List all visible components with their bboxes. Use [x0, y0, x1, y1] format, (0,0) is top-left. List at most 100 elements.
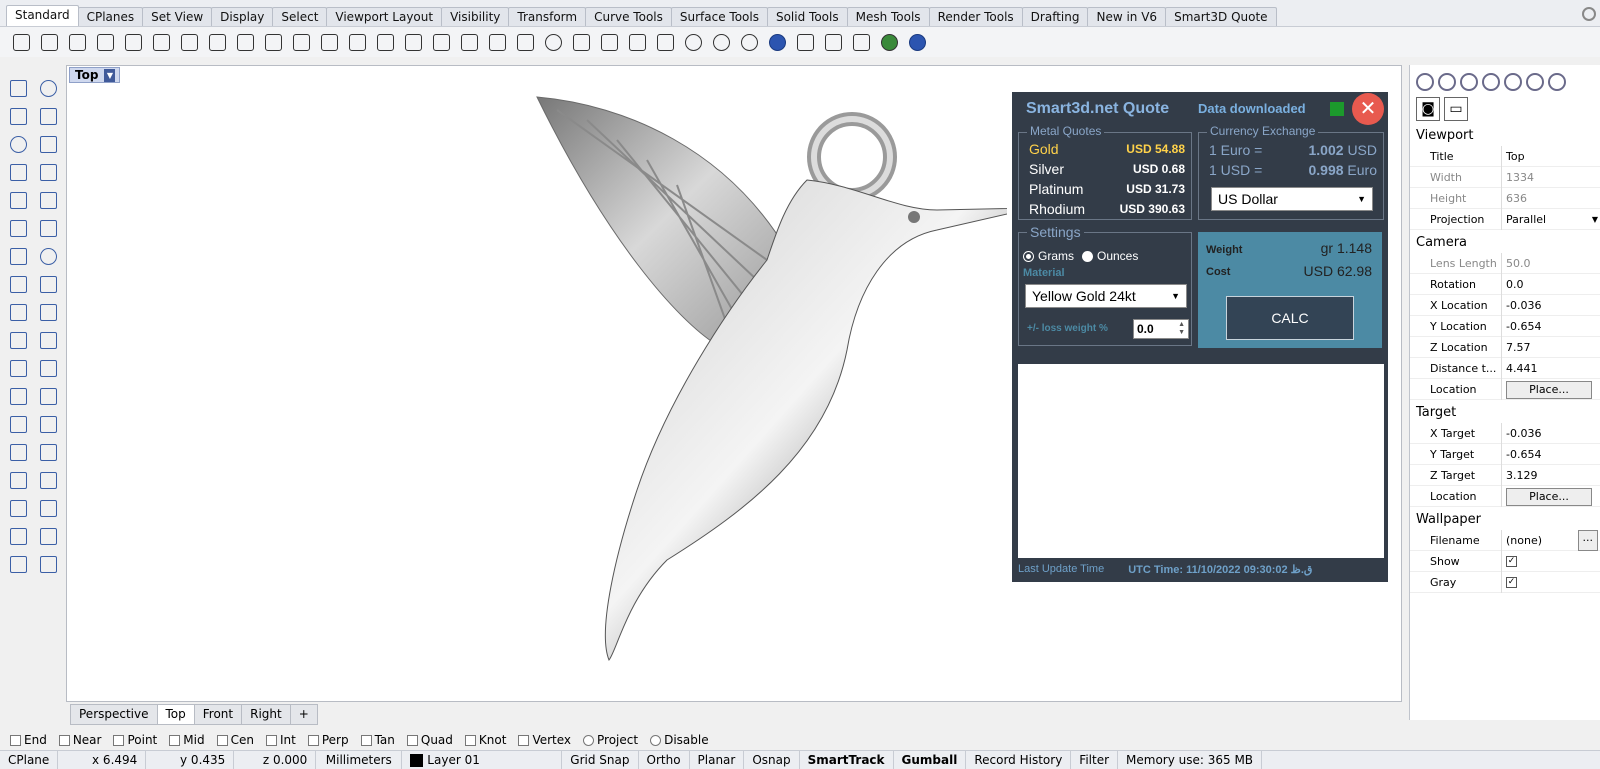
zoom-icon[interactable]: [316, 30, 342, 54]
calc-button[interactable]: CALC: [1226, 296, 1354, 340]
layer-indicator[interactable]: Layer 01: [402, 750, 563, 769]
light-icon[interactable]: [596, 30, 622, 54]
currency-select[interactable]: US Dollar ▼: [1211, 187, 1373, 211]
show-checkbox[interactable]: ✓: [1506, 556, 1517, 567]
viewport-tab-front[interactable]: Front: [193, 703, 243, 725]
align-icon[interactable]: [36, 440, 60, 464]
osnap-perp[interactable]: Perp: [307, 733, 349, 747]
hummingbird-model[interactable]: [467, 90, 1007, 690]
rotation-field[interactable]: 0.0: [1501, 273, 1600, 295]
group-icon[interactable]: [6, 300, 30, 324]
zoom-extents-icon[interactable]: [372, 30, 398, 54]
dimension-icon[interactable]: [36, 412, 60, 436]
sun-icon[interactable]: [792, 30, 818, 54]
tab-curve-tools[interactable]: Curve Tools: [585, 7, 672, 26]
checkbox-icon[interactable]: [360, 734, 372, 746]
globe-icon[interactable]: [876, 30, 902, 54]
toggle-planar[interactable]: Planar: [690, 750, 745, 769]
material-select[interactable]: Yellow Gold 24kt ▼: [1025, 284, 1187, 308]
text-icon[interactable]: [6, 412, 30, 436]
block-icon[interactable]: [6, 468, 30, 492]
loss-weight-stepper[interactable]: 0.0 ▲ ▼: [1133, 319, 1189, 339]
mesh-icon[interactable]: [36, 272, 60, 296]
gear-icon[interactable]: [1582, 7, 1596, 21]
undo-icon[interactable]: [232, 30, 258, 54]
toggle-osnap[interactable]: Osnap: [744, 750, 800, 769]
tab-viewport-layout[interactable]: Viewport Layout: [326, 7, 443, 26]
shade-icon[interactable]: [512, 30, 538, 54]
projection-select[interactable]: Parallel ▼: [1501, 208, 1600, 230]
xtarget-field[interactable]: -0.036: [1501, 422, 1600, 444]
toggle-record-history[interactable]: Record History: [966, 750, 1072, 769]
tab-standard[interactable]: Standard: [6, 5, 79, 26]
cplane-label[interactable]: CPlane: [0, 750, 59, 769]
join-icon[interactable]: [36, 356, 60, 380]
pan-icon[interactable]: [260, 30, 286, 54]
cut-icon[interactable]: [148, 30, 174, 54]
layer-icon[interactable]: [6, 524, 30, 548]
checkbox-icon[interactable]: [307, 734, 319, 746]
checkbox-icon[interactable]: [58, 734, 70, 746]
tab-mesh-tools[interactable]: Mesh Tools: [846, 7, 930, 26]
pen-icon[interactable]: [1482, 73, 1500, 91]
circle-icon[interactable]: [6, 132, 30, 156]
rotate-view-icon[interactable]: [288, 30, 314, 54]
boolean-icon[interactable]: [6, 356, 30, 380]
blue-sphere-icon[interactable]: [764, 30, 790, 54]
toggle-filter[interactable]: Filter: [1071, 750, 1119, 769]
save-icon[interactable]: [64, 30, 90, 54]
ytarget-field[interactable]: -0.654: [1501, 443, 1600, 465]
help-icon[interactable]: [1548, 73, 1566, 91]
polygon-icon[interactable]: [6, 160, 30, 184]
display-icon[interactable]: [1526, 73, 1544, 91]
tab-render-tools[interactable]: Render Tools: [928, 7, 1023, 26]
xloc-field[interactable]: -0.036: [1501, 294, 1600, 316]
select-arrow-icon[interactable]: [6, 76, 30, 100]
folder-icon[interactable]: [1504, 73, 1522, 91]
gear-icon[interactable]: [820, 30, 846, 54]
tab-smart3d-quote[interactable]: Smart3D Quote: [1165, 7, 1277, 26]
check-icon[interactable]: [36, 524, 60, 548]
checkbox-icon[interactable]: [518, 734, 530, 746]
paint-icon[interactable]: [36, 552, 60, 576]
osnap-knot[interactable]: Knot: [464, 733, 506, 747]
camera-icon[interactable]: ◙: [1416, 97, 1440, 121]
checkbox-icon[interactable]: [113, 734, 125, 746]
shade-icon[interactable]: [6, 552, 30, 576]
units-label[interactable]: Millimeters: [316, 750, 403, 769]
tab-select[interactable]: Select: [272, 7, 328, 26]
radio-ounces[interactable]: [1082, 250, 1093, 262]
circle-icon[interactable]: [540, 30, 566, 54]
import-icon[interactable]: [120, 30, 146, 54]
tab-set-view[interactable]: Set View: [142, 7, 213, 26]
fillet-curve-icon[interactable]: [36, 188, 60, 212]
lock-icon[interactable]: [624, 30, 650, 54]
checkbox-icon[interactable]: [265, 734, 277, 746]
distance-field[interactable]: 4.441: [1501, 357, 1600, 379]
surface-icon[interactable]: [6, 216, 30, 240]
toggle-grid-snap[interactable]: Grid Snap: [562, 750, 639, 769]
curve-icon[interactable]: [36, 104, 60, 128]
split-icon[interactable]: [36, 328, 60, 352]
layer-icon[interactable]: [652, 30, 678, 54]
arc-icon[interactable]: [6, 188, 30, 212]
render-icon[interactable]: [1460, 73, 1478, 91]
paste-icon[interactable]: [204, 30, 230, 54]
print-icon[interactable]: [92, 30, 118, 54]
box-icon[interactable]: [6, 244, 30, 268]
osnap-vertex[interactable]: Vertex: [518, 733, 571, 747]
osnap-disable[interactable]: Disable: [650, 733, 709, 747]
viewport-tab-right[interactable]: Right: [241, 703, 291, 725]
checkbox-icon[interactable]: [583, 734, 595, 746]
new-file-icon[interactable]: [8, 30, 34, 54]
tab-solid-tools[interactable]: Solid Tools: [766, 7, 848, 26]
title-field[interactable]: Top: [1501, 145, 1600, 167]
viewport-label[interactable]: Top ▼: [69, 67, 121, 83]
add-viewport-icon[interactable]: +: [289, 703, 318, 725]
transform-icon[interactable]: [36, 496, 60, 520]
checkbox-icon[interactable]: [216, 734, 228, 746]
sphere-icon[interactable]: [36, 244, 60, 268]
measure-icon[interactable]: [36, 468, 60, 492]
four-viewports-icon[interactable]: [456, 30, 482, 54]
checkbox-icon[interactable]: [10, 734, 21, 746]
